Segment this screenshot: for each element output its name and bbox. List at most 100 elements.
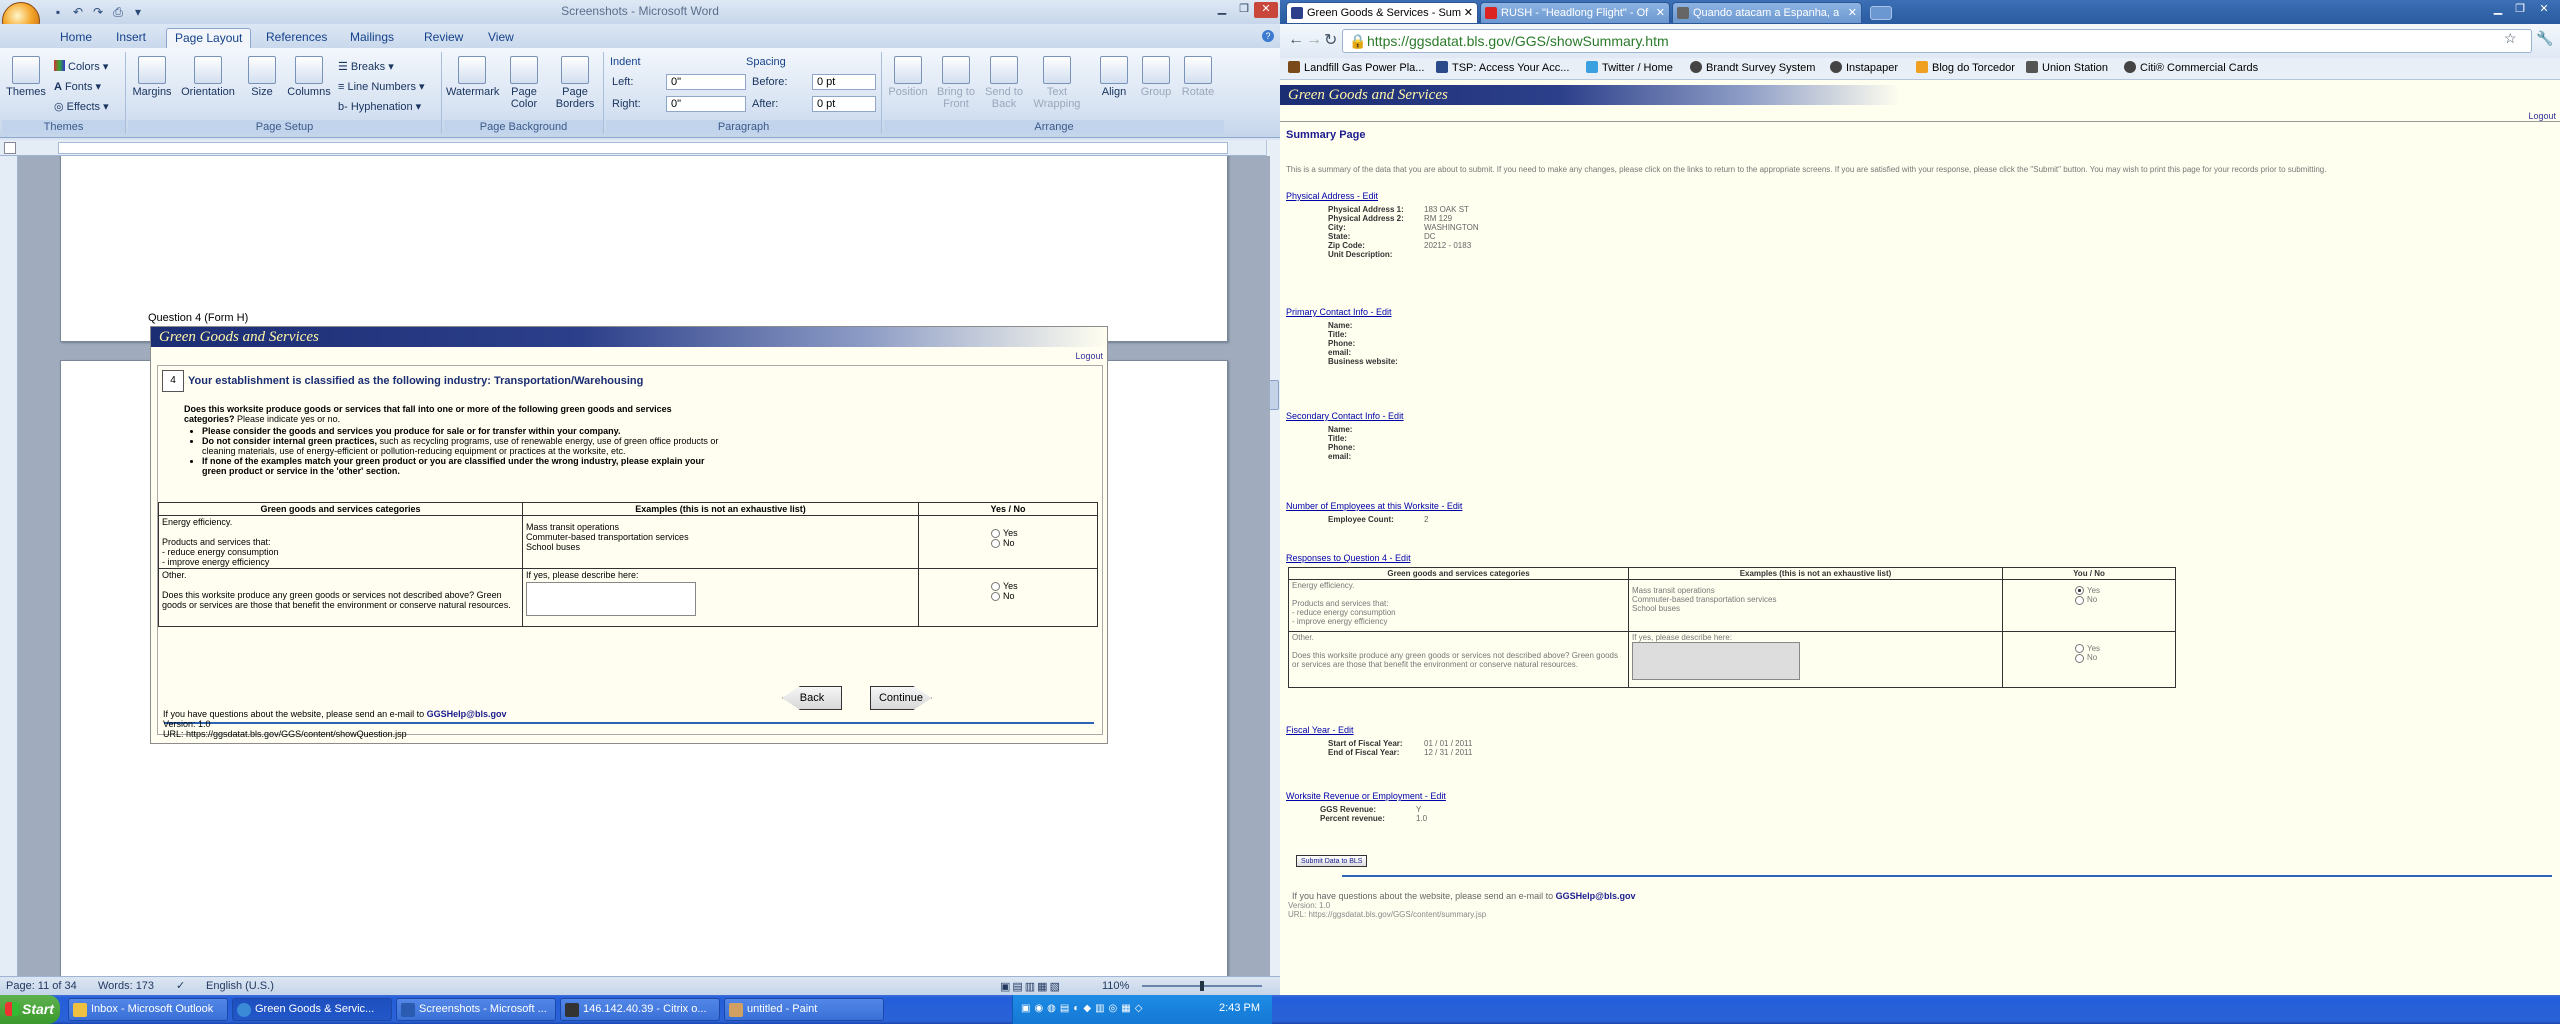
primary-contact-edit-link[interactable]: Primary Contact Info - Edit — [1286, 307, 1392, 317]
columns-button[interactable]: Columns — [284, 54, 334, 124]
page-borders-button[interactable]: Page Borders — [550, 54, 600, 124]
print-icon[interactable]: ⎙ — [110, 5, 126, 19]
continue-button[interactable]: Continue — [870, 686, 932, 710]
footer-email-link[interactable]: GGSHelp@bls.gov — [427, 709, 507, 719]
browser-minimize-button[interactable]: ▁ — [2486, 2, 2510, 18]
tab-close-icon[interactable]: ✕ — [1656, 3, 1665, 23]
secondary-contact-edit-link[interactable]: Secondary Contact Info - Edit — [1286, 411, 1404, 421]
colors-button[interactable]: Colors ▾ — [54, 58, 108, 76]
start-button[interactable]: Start — [0, 995, 60, 1024]
indent-right-input[interactable]: 0" — [666, 96, 746, 112]
help-icon[interactable]: ? — [1262, 30, 1274, 42]
tab-page-layout[interactable]: Page Layout — [166, 28, 252, 48]
tab-references[interactable]: References — [258, 28, 335, 48]
bookmark-item[interactable]: Landfill Gas Power Pla... — [1288, 61, 1424, 74]
view-buttons[interactable]: ▣▤▥▦▧ — [1000, 980, 1062, 993]
radio-yes[interactable]: Yes — [2075, 644, 2175, 654]
position-button[interactable]: Position — [886, 54, 930, 124]
maximize-button[interactable]: ❐ — [1232, 2, 1256, 18]
rotate-button[interactable]: Rotate — [1178, 54, 1218, 124]
clock[interactable]: 2:43 PM — [1219, 1002, 1260, 1014]
margins-button[interactable]: Margins — [130, 54, 174, 124]
redo-icon[interactable]: ↷ — [90, 5, 106, 19]
bookmark-item[interactable]: Citi® Commercial Cards — [2124, 61, 2258, 74]
zoom-level[interactable]: 110% — [1102, 980, 1129, 992]
radio-yes[interactable]: Yes — [991, 528, 1097, 539]
undo-icon[interactable]: ↶ — [70, 5, 86, 19]
horizontal-ruler[interactable] — [0, 140, 1280, 156]
taskbar-item-browser[interactable]: Green Goods & Servic... — [232, 998, 392, 1021]
tab-close-icon[interactable]: ✕ — [1848, 3, 1857, 23]
new-tab-button[interactable] — [1870, 6, 1892, 20]
star-icon[interactable]: ☆ — [2504, 30, 2517, 47]
physical-address-edit-link[interactable]: Physical Address - Edit — [1286, 191, 1378, 201]
tab-mailings[interactable]: Mailings — [342, 28, 402, 48]
bookmark-item[interactable]: Brandt Survey System — [1690, 61, 1815, 74]
radio-yes[interactable]: Yes — [2075, 586, 2175, 596]
spacing-before-input[interactable]: 0 pt — [812, 74, 876, 90]
describe-textarea[interactable] — [526, 582, 696, 616]
taskbar-item-citrix[interactable]: 146.142.40.39 - Citrix o... — [560, 998, 720, 1021]
watermark-button[interactable]: Watermark — [446, 54, 499, 124]
taskbar-item-word[interactable]: Screenshots - Microsoft ... — [396, 998, 556, 1021]
logout-link[interactable]: Logout — [2528, 111, 2556, 121]
text-wrapping-button[interactable]: Text Wrapping — [1030, 54, 1084, 124]
footer-email-link[interactable]: GGSHelp@bls.gov — [1556, 891, 1636, 901]
employees-edit-link[interactable]: Number of Employees at this Worksite - E… — [1286, 501, 1462, 511]
bookmark-item[interactable]: Blog do Torcedor — [1916, 61, 2015, 74]
align-button[interactable]: Align — [1094, 54, 1134, 124]
line-numbers-button[interactable]: ≡ Line Numbers ▾ — [338, 78, 425, 96]
close-button[interactable]: ✕ — [1254, 2, 1278, 18]
tab-selector-icon[interactable] — [4, 142, 16, 154]
tab-home[interactable]: Home — [52, 28, 100, 48]
back-arrow-icon[interactable]: ← — [1288, 31, 1304, 49]
browser-close-button[interactable]: ✕ — [2532, 2, 2556, 18]
tab-view[interactable]: View — [480, 28, 522, 48]
radio-no[interactable]: No — [2075, 595, 2175, 605]
page-count[interactable]: Page: 11 of 34 — [6, 980, 77, 992]
send-to-back-button[interactable]: Send to Back — [982, 54, 1026, 124]
bookmark-item[interactable]: Twitter / Home — [1586, 61, 1673, 74]
page-color-button[interactable]: Page Color — [502, 54, 546, 124]
language[interactable]: English (U.S.) — [206, 980, 274, 992]
radio-yes[interactable]: Yes — [991, 581, 1097, 592]
reload-icon[interactable]: ↻ — [1324, 30, 1337, 50]
tab-insert[interactable]: Insert — [108, 28, 154, 48]
indent-left-input[interactable]: 0" — [666, 74, 746, 90]
browser-tab[interactable]: RUSH - "Headlong Flight" - Of ✕ — [1480, 2, 1670, 24]
spacing-after-input[interactable]: 0 pt — [812, 96, 876, 112]
tray-icons[interactable]: ▣◉◍▤◐◆▥◎▦◇ — [1021, 1003, 1146, 1014]
wrench-icon[interactable]: 🔧 — [2536, 30, 2553, 47]
bookmark-item[interactable]: TSP: Access Your Acc... — [1436, 61, 1569, 74]
qat-customize-icon[interactable]: ▾ — [130, 5, 146, 19]
themes-button[interactable]: Themes — [4, 54, 48, 124]
taskbar-item-outlook[interactable]: Inbox - Microsoft Outlook — [68, 998, 228, 1021]
forward-arrow-icon[interactable]: → — [1306, 31, 1322, 49]
taskbar-item-paint[interactable]: untitled - Paint — [724, 998, 884, 1021]
save-icon[interactable]: ▪ — [50, 5, 66, 19]
radio-no[interactable]: No — [2075, 653, 2175, 663]
radio-no[interactable]: No — [991, 538, 1097, 549]
bring-to-front-button[interactable]: Bring to Front — [934, 54, 978, 124]
fonts-button[interactable]: A Fonts ▾ — [54, 78, 101, 96]
size-button[interactable]: Size — [244, 54, 280, 124]
effects-button[interactable]: ◎ Effects ▾ — [54, 98, 109, 116]
address-bar[interactable]: 🔒 https://ggsdatat.bls.gov/GGS/showSummar… — [1342, 29, 2532, 53]
group-button[interactable]: Group — [1136, 54, 1176, 124]
tab-review[interactable]: Review — [416, 28, 471, 48]
describe-textarea[interactable] — [1632, 642, 1800, 680]
logout-link[interactable]: Logout — [1075, 351, 1103, 361]
minimize-button[interactable]: ▁ — [1210, 2, 1234, 18]
browser-tab[interactable]: Quando atacam a Espanha, a ✕ — [1672, 2, 1862, 24]
browser-tab[interactable]: Green Goods & Services - Sum ✕ — [1286, 2, 1478, 24]
revenue-edit-link[interactable]: Worksite Revenue or Employment - Edit — [1286, 791, 1446, 801]
browser-restore-button[interactable]: ❐ — [2508, 2, 2532, 18]
zoom-slider-thumb[interactable] — [1200, 981, 1204, 991]
breaks-button[interactable]: ☰ Breaks ▾ — [338, 58, 394, 76]
submit-button[interactable]: Submit Data to BLS — [1296, 855, 1368, 867]
bookmark-item[interactable]: Instapaper — [1830, 61, 1898, 74]
question4-edit-link[interactable]: Responses to Question 4 - Edit — [1286, 553, 1411, 563]
hyphenation-button[interactable]: b- Hyphenation ▾ — [338, 98, 421, 116]
bookmark-item[interactable]: Union Station — [2026, 61, 2108, 74]
orientation-button[interactable]: Orientation — [178, 54, 238, 124]
